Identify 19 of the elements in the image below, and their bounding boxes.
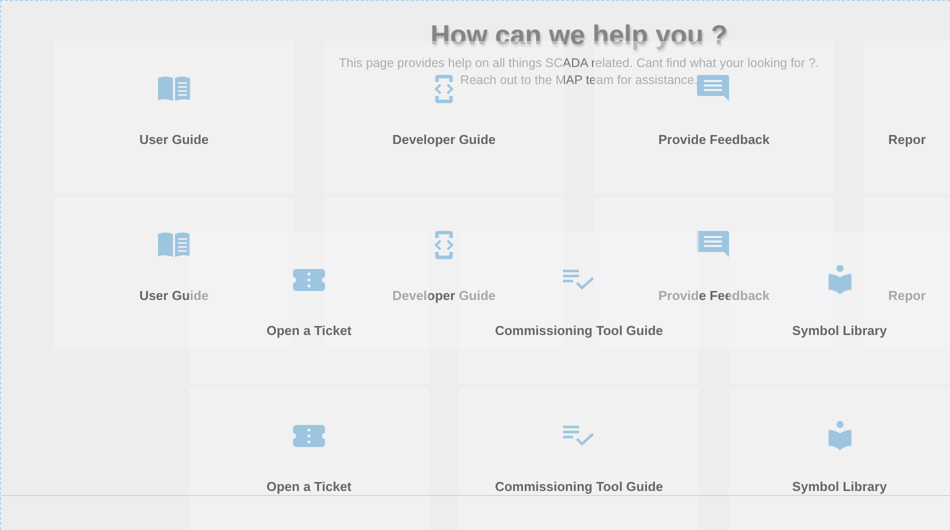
- card-label: Commissioning Tool Guide: [494, 479, 664, 495]
- card-label: User Guide: [139, 288, 209, 304]
- page-title: How can we help you ?: [430, 19, 728, 51]
- card-label: Developer Guide: [392, 288, 496, 304]
- open-book-icon: [157, 74, 191, 104]
- card-label: Provide Feedback: [658, 132, 770, 148]
- card-label: Symbol Library: [792, 323, 887, 339]
- card-label: Symbol Library: [792, 479, 887, 495]
- open-book-icon: [157, 230, 191, 260]
- card-label: Provide Feedback: [658, 288, 770, 304]
- card-label: Commissioning Tool Guide: [494, 323, 664, 339]
- card-label: Open a Ticket: [266, 479, 352, 495]
- description-text: Reach out to the MAP team for assistance.: [460, 72, 698, 89]
- card-label: Developer Guide: [392, 132, 496, 148]
- card-label: Open a Ticket: [266, 323, 352, 339]
- card-label: Repor: [888, 132, 926, 148]
- card-label: Repor: [888, 288, 926, 304]
- card-label: User Guide: [139, 132, 209, 148]
- description-text: This page provides help on all things SCADA related. Cant find what your looking for ?.: [338, 55, 820, 72]
